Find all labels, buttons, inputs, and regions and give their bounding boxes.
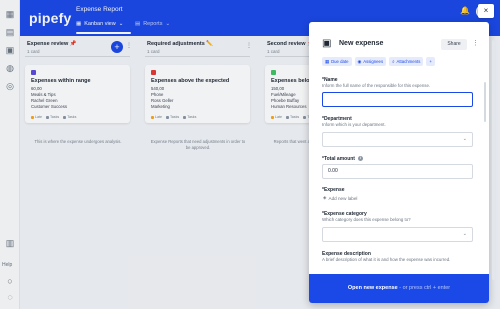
- panel-scrollbar[interactable]: [484, 82, 486, 122]
- expense-description-help: A brief description of what it is and ho…: [322, 257, 451, 262]
- due-date-chip[interactable]: ▦ Due date: [322, 57, 352, 66]
- department-help: Inform which is your department.: [322, 122, 386, 127]
- calendar-icon: ▦: [325, 58, 330, 64]
- expense-category-select[interactable]: ⌄: [322, 227, 473, 242]
- close-icon[interactable]: ×: [478, 4, 494, 18]
- user-icon: ◉: [357, 58, 362, 64]
- total-amount-label: *Total amount i: [322, 156, 363, 162]
- chevron-down-icon: ⌄: [462, 231, 467, 237]
- open-new-expense-button[interactable]: Open new expense - or press ctrl + enter: [309, 274, 489, 303]
- name-input[interactable]: [322, 92, 473, 107]
- assignees-chip[interactable]: ◉ Assignees: [354, 57, 387, 66]
- paperclip-icon: ⌕: [392, 59, 395, 64]
- expense-category-help: Which category does this expense belong …: [322, 217, 411, 222]
- add-new-label-button[interactable]: ◈ Add new label: [323, 195, 357, 201]
- department-select[interactable]: ⌄: [322, 132, 473, 147]
- card-attributes: ▦ Due date ◉ Assignees ⌕ Attachments +: [322, 57, 435, 66]
- info-icon[interactable]: i: [357, 156, 363, 162]
- total-amount-input[interactable]: 0.00: [322, 164, 473, 179]
- page-scrollbar[interactable]: [492, 40, 495, 280]
- share-button[interactable]: Share: [441, 39, 467, 50]
- tag-icon: ◈: [323, 195, 327, 200]
- chevron-down-icon: ⌄: [462, 136, 467, 142]
- new-card-panel: ▣ New expense Share ⋮ ▦ Due date ◉ Assigne…: [309, 22, 489, 303]
- panel-title: New expense: [339, 40, 384, 47]
- name-help: Inform the full name of the responsible …: [322, 83, 431, 88]
- expense-label: *Expense: [322, 187, 345, 193]
- more-options-icon[interactable]: ⋮: [472, 39, 479, 47]
- attachments-chip[interactable]: ⌕ Attachments: [389, 57, 424, 66]
- form-icon: ▣: [322, 38, 332, 49]
- add-attribute-button[interactable]: +: [426, 57, 435, 66]
